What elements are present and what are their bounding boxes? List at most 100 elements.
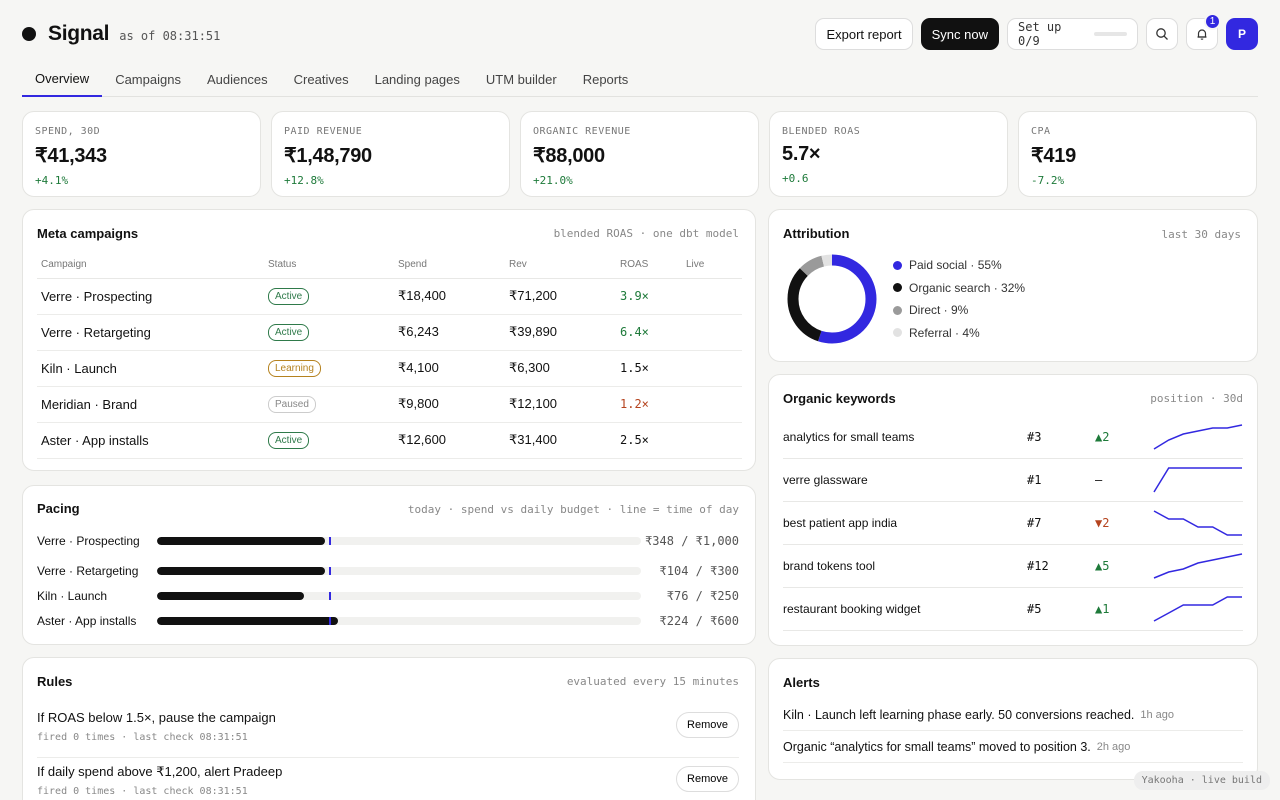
campaign-rev: ₹71,200 (505, 278, 616, 315)
card-note: last 30 days (1161, 228, 1241, 241)
remove-rule-button[interactable]: Remove (676, 712, 739, 738)
keyword-change: – (1095, 473, 1103, 487)
kpi-cpa-card: CPA ₹419 -7.2% (1018, 111, 1257, 197)
table-row[interactable]: Aster · App installs Active ₹12,600 ₹31,… (37, 422, 742, 459)
table-row[interactable]: Verre · Prospecting Active ₹18,400 ₹71,2… (37, 278, 742, 315)
tab-reports[interactable]: Reports (570, 62, 642, 96)
col-live[interactable]: Live (682, 252, 742, 279)
tab-audiences[interactable]: Audiences (194, 62, 281, 96)
keyword-position: #1 (1027, 473, 1042, 487)
campaign-live (682, 386, 742, 423)
legend-label: Direct · 9% (909, 303, 969, 318)
sparkline-line (1153, 510, 1242, 536)
time-of-day-marker (328, 592, 331, 600)
alerts-card: Alerts Kiln · Launch left learning phase… (768, 658, 1258, 780)
sparkline-line (1153, 424, 1243, 450)
setup-progress-button[interactable]: Set up 0/9 (1007, 18, 1138, 50)
col-campaign[interactable]: Campaign (37, 252, 264, 279)
campaign-roas: 3.9× (616, 278, 682, 315)
kpi-paid-revenue-card: Paid revenue ₹1,48,790 +12.8% (271, 111, 510, 197)
table-row[interactable]: Kiln · Launch Learning ₹4,100 ₹6,300 1.5… (37, 350, 742, 387)
remove-rule-button[interactable]: Remove (676, 766, 739, 792)
tab-utm-builder[interactable]: UTM builder (473, 62, 570, 96)
pacing-label: Kiln · Launch (37, 589, 108, 603)
col-roas[interactable]: ROAS (616, 252, 682, 279)
legend-item: Paid social · 55% (893, 254, 1025, 277)
keyword-row[interactable]: restaurant booking widget #5 ▲1 (783, 588, 1243, 631)
keyword-sparkline (1153, 467, 1242, 493)
keyword-row[interactable]: verre glassware #1 – (783, 459, 1243, 502)
campaign-live (682, 278, 742, 315)
campaign-spend: ₹4,100 (394, 350, 505, 387)
pacing-bar (157, 617, 641, 625)
campaign-name: Aster · App installs (37, 422, 264, 459)
user-avatar[interactable]: P (1226, 18, 1258, 50)
pacing-bar (157, 592, 641, 600)
tab-overview[interactable]: Overview (22, 62, 103, 97)
legend-label: Referral · 4% (909, 325, 980, 340)
col-rev[interactable]: Rev (505, 252, 616, 279)
legend-item: Direct · 9% (893, 299, 1025, 322)
keyword-position: #5 (1027, 602, 1042, 616)
tab-creatives[interactable]: Creatives (281, 62, 362, 96)
attribution-card: Attribution last 30 days Paid social · 5… (768, 209, 1258, 362)
kpi-label: Organic revenue (533, 126, 631, 137)
campaign-roas: 1.5× (616, 350, 682, 387)
campaign-roas: 2.5× (616, 422, 682, 459)
sparkline-line (1153, 553, 1243, 579)
pacing-fill (157, 617, 338, 625)
kpi-label: Spend, 30d (35, 126, 101, 137)
tab-campaigns[interactable]: Campaigns (102, 62, 194, 96)
setup-label: Set up 0/9 (1018, 20, 1062, 48)
campaign-name: Verre · Prospecting (37, 278, 264, 315)
campaign-rev: ₹6,300 (505, 350, 616, 387)
keyword-change: ▲1 (1095, 602, 1110, 616)
search-icon (1156, 28, 1168, 40)
keyword-sparkline (1153, 596, 1242, 622)
keyword-row[interactable]: best patient app india #7 ▼2 (783, 502, 1243, 545)
pacing-row: Aster · App installs ₹224 / ₹600 (37, 608, 739, 634)
alert-time: 2h ago (1096, 740, 1131, 753)
rule-text: If daily spend above ₹1,200, alert Prade… (37, 764, 283, 779)
pacing-row: Verre · Prospecting ₹348 / ₹1,000 (37, 528, 739, 554)
alert-time: 1h ago (1140, 708, 1175, 721)
notifications-button[interactable]: 1 (1186, 13, 1221, 50)
logo-icon (22, 27, 36, 41)
setup-progress-bar (1094, 32, 1127, 36)
notification-count-badge: 1 (1204, 13, 1221, 30)
legend-label: Organic search · 32% (909, 280, 1026, 295)
kpi-label: CPA (1031, 126, 1051, 137)
campaign-roas: 6.4× (616, 314, 682, 351)
keyword-sparkline (1153, 510, 1242, 536)
kpi-delta: +0.6 (782, 172, 809, 185)
table-row[interactable]: Verre · Retargeting Active ₹6,243 ₹39,89… (37, 314, 742, 351)
organic-keywords-card: Organic keywords position · 30d analytic… (768, 374, 1258, 646)
card-title: Attribution (783, 226, 850, 241)
attribution-donut-chart (787, 254, 877, 344)
pacing-value: ₹224 / ₹600 (659, 613, 739, 628)
pacing-fill (157, 592, 305, 600)
pacing-row: Kiln · Launch ₹76 / ₹250 (37, 583, 739, 609)
export-report-button[interactable]: Export report (815, 18, 913, 50)
keyword-row[interactable]: analytics for small teams #3 ▲2 (783, 416, 1243, 459)
alert-item[interactable]: Kiln · Launch left learning phase early.… (783, 699, 1243, 731)
alert-item[interactable]: Organic “analytics for small teams” move… (783, 731, 1243, 763)
keyword-term: restaurant booking widget (783, 602, 921, 616)
pacing-value: ₹76 / ₹250 (666, 588, 739, 603)
brand-name: Signal (48, 22, 110, 45)
tab-landing-pages[interactable]: Landing pages (362, 62, 473, 96)
card-title: Organic keywords (783, 391, 896, 406)
legend-item: Organic search · 32% (893, 277, 1025, 300)
keyword-change: ▲2 (1095, 430, 1110, 444)
keyword-row[interactable]: brand tokens tool #12 ▲5 (783, 545, 1243, 588)
status-badge: Learning (268, 360, 321, 377)
col-status[interactable]: Status (264, 252, 394, 279)
top-bar: Signal as of 08:31:51 Export report Sync… (22, 13, 1258, 50)
kpi-delta: +21.0% (533, 174, 573, 187)
table-row[interactable]: Meridian · Brand Paused ₹9,800 ₹12,100 1… (37, 386, 742, 423)
keyword-position: #12 (1027, 559, 1049, 573)
sync-now-button[interactable]: Sync now (920, 18, 999, 50)
card-note: blended ROAS · one dbt model (553, 227, 739, 240)
col-spend[interactable]: Spend (394, 252, 505, 279)
search-button[interactable] (1146, 18, 1178, 50)
